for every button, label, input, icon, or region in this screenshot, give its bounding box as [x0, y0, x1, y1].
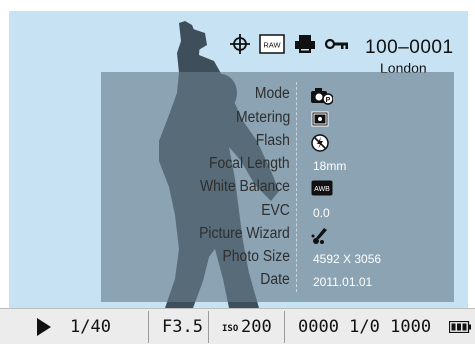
info-row-date: Date 2011.01.01 [101, 271, 454, 293]
svg-text:AWB: AWB [314, 186, 330, 193]
divider [208, 311, 209, 343]
dpof-print-icon [295, 35, 315, 53]
target-crosshair-icon [230, 34, 250, 54]
divider [148, 311, 149, 343]
info-label: Date [260, 271, 290, 288]
picture-wizard-icon [311, 228, 327, 244]
file-number: 100–0001 [365, 37, 454, 58]
info-row-evc: EVC 0.0 [101, 202, 454, 224]
iso-value: 200 [241, 317, 272, 337]
iso-label: ISO [222, 324, 239, 334]
info-label: Metering [235, 109, 290, 126]
info-label: Focal Length [209, 155, 290, 172]
status-icons: RAW [230, 33, 349, 55]
aperture-value: F3.5 [162, 317, 203, 337]
image-count: 0000 1/0 1000 [298, 317, 432, 337]
camera-program-mode-icon: P [311, 88, 333, 105]
info-row-focal-length: Focal Length 18mm [101, 155, 454, 177]
info-row-mode: Mode P [101, 85, 454, 107]
info-label: Photo Size [222, 248, 290, 265]
info-value: 0.0 [313, 206, 330, 220]
svg-text:RAW: RAW [263, 41, 281, 50]
info-label: Picture Wizard [199, 225, 290, 242]
info-value: 18mm [313, 159, 347, 173]
play-icon[interactable] [37, 318, 51, 336]
status-bar: 1/40 F3.5 ISO 200 0000 1/0 1000 [0, 308, 475, 344]
photo-display: RAW 100–0001 London Mode P Metering Flas… [9, 11, 468, 308]
info-label: EVC [261, 202, 290, 219]
camera-playback-screen: RAW 100–0001 London Mode P Metering Flas… [0, 0, 475, 344]
battery-full-icon [449, 321, 471, 333]
info-row-white-balance: White Balance AWB [101, 178, 454, 200]
info-row-metering: Metering [101, 109, 454, 131]
svg-text:P: P [326, 97, 331, 104]
shutter-speed: 1/40 [70, 317, 111, 337]
spot-metering-icon [311, 111, 329, 127]
info-value: 4592 X 3056 [313, 252, 382, 266]
raw-quality-icon: RAW [259, 34, 285, 54]
divider [284, 311, 285, 343]
info-label: Mode [255, 85, 290, 102]
info-label: Flash [255, 132, 290, 149]
info-row-photo-size: Photo Size 4592 X 3056 [101, 248, 454, 270]
info-value: 2011.01.01 [313, 275, 373, 289]
info-row-flash: Flash [101, 132, 454, 154]
auto-white-balance-icon: AWB [311, 180, 333, 196]
flash-off-icon [311, 134, 329, 152]
protect-key-icon [325, 38, 348, 50]
info-label: White Balance [200, 178, 290, 195]
info-row-picture-wizard: Picture Wizard [101, 225, 454, 247]
shooting-info-panel: Mode P Metering Flash Focal Length 18mm … [101, 72, 454, 302]
